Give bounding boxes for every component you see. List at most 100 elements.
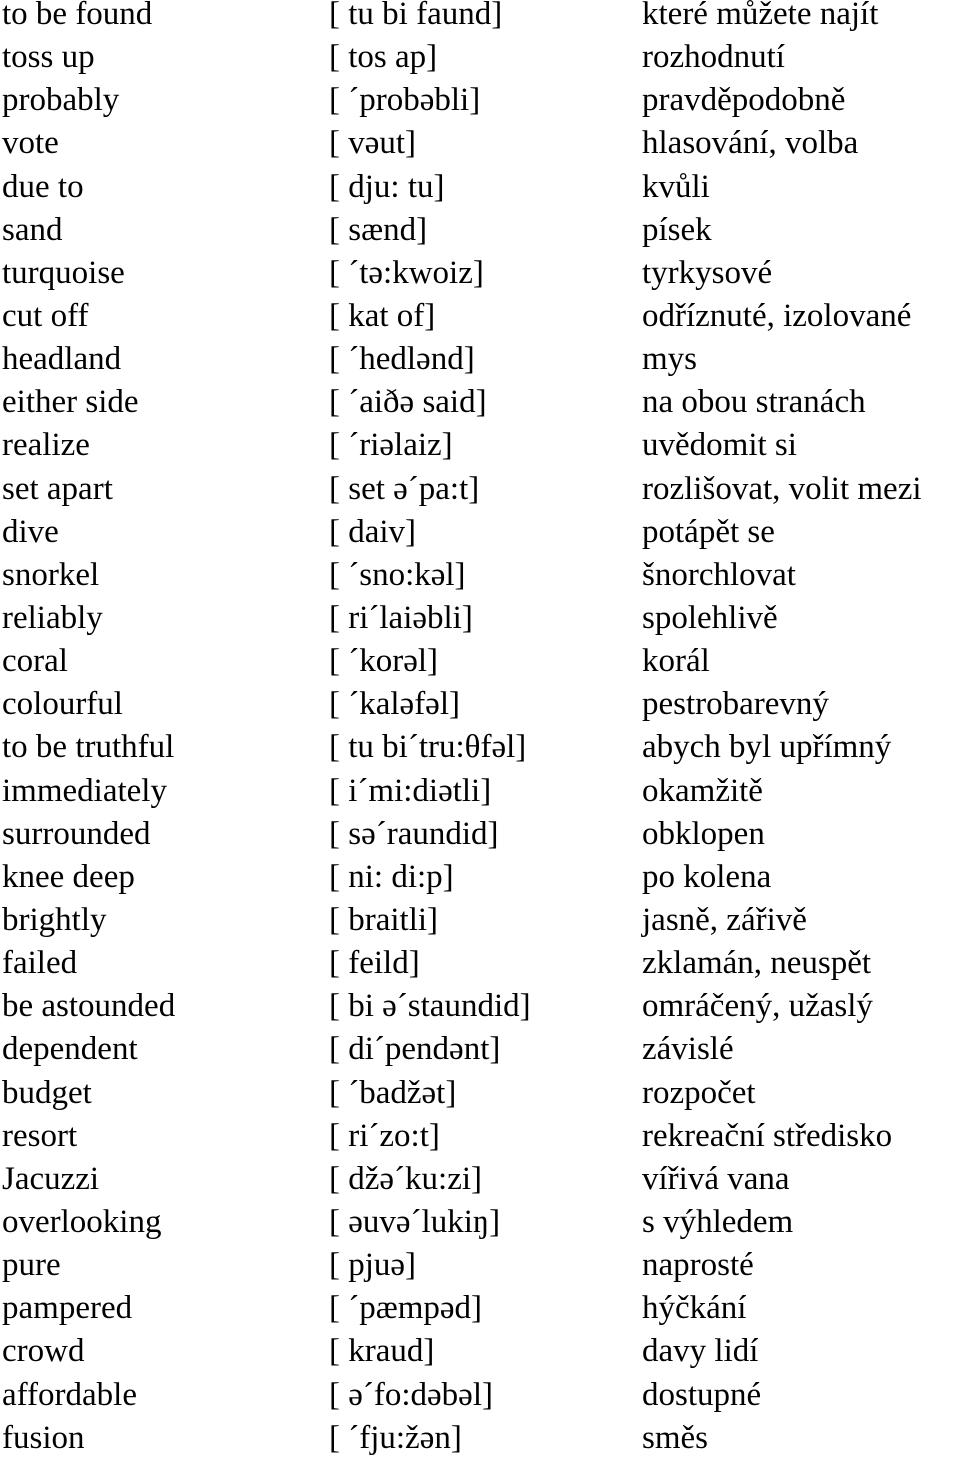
english-term: due to	[2, 168, 84, 205]
english-term: immediately	[2, 772, 167, 809]
english-term: realize	[2, 427, 90, 464]
english-term: knee deep	[2, 858, 135, 895]
vocabulary-row: Jacuzzi [ džə´ku:zi] vířivá vana	[0, 1158, 960, 1201]
phonetic-transcription: [ daiv]	[329, 513, 417, 550]
czech-translation: rekreační středisko	[642, 1117, 893, 1154]
english-term: vote	[2, 125, 59, 162]
english-term: fusion	[2, 1419, 85, 1456]
vocabulary-row: to be found [ tu bi faund] které můžete na…	[0, 0, 960, 36]
vocabulary-row: dependent [ di´pendənt] závislé	[0, 1028, 960, 1071]
phonetic-transcription: [ tos ap]	[329, 39, 438, 76]
english-term: pampered	[2, 1290, 133, 1327]
vocabulary-row: toss up [ tos ap] rozhodnutí	[0, 36, 960, 79]
english-term: either side	[2, 384, 139, 421]
czech-translation: které můžete najít	[642, 0, 879, 32]
vocabulary-row: vote [ vəut] hlasování, volba	[0, 122, 960, 165]
czech-translation: mys	[642, 341, 698, 378]
vocabulary-row: fusion [ ´fju:žən] směs	[0, 1417, 960, 1460]
phonetic-transcription: [ vəut]	[329, 125, 417, 162]
phonetic-transcription: [ feild]	[329, 945, 420, 982]
czech-translation: zklamán, neuspět	[642, 945, 872, 982]
phonetic-transcription: [ ri´laiəbli]	[329, 599, 473, 636]
phonetic-transcription: [ sænd]	[329, 211, 428, 248]
vocabulary-row: dive [ daiv] potápět se	[0, 511, 960, 554]
english-term: be astounded	[2, 988, 176, 1025]
phonetic-transcription: [ i´mi:diətli]	[329, 772, 492, 809]
phonetic-transcription: [ braitli]	[329, 901, 439, 938]
vocabulary-row: surrounded [ sə´raundid] obklopen	[0, 813, 960, 856]
vocabulary-row: probably [ ´probəbli] pravděpodobně	[0, 79, 960, 122]
phonetic-transcription: [ ´hedlənd]	[329, 341, 475, 378]
english-term: probably	[2, 82, 120, 119]
phonetic-transcription: [ kat of]	[329, 297, 436, 334]
vocabulary-row: brightly [ braitli] jasně, zářivě	[0, 899, 960, 942]
phonetic-transcription: [ kraud]	[329, 1333, 435, 1370]
vocabulary-row: cut off [ kat of] odříznuté, izolované	[0, 295, 960, 338]
czech-translation: rozpočet	[642, 1074, 756, 1111]
english-term: dive	[2, 513, 59, 550]
english-term: headland	[2, 341, 122, 378]
phonetic-transcription: [ ´aiðə said]	[329, 384, 487, 421]
phonetic-transcription: [ ´badžət]	[329, 1074, 457, 1111]
czech-translation: písek	[642, 211, 712, 248]
phonetic-transcription: [ di´pendənt]	[329, 1031, 501, 1068]
phonetic-transcription: [ ´probəbli]	[329, 82, 481, 119]
vocabulary-row: pure [ pjuə] naprosté	[0, 1244, 960, 1287]
phonetic-transcription: [ set ə´pa:t]	[329, 470, 480, 507]
english-term: cut off	[2, 297, 89, 334]
phonetic-transcription: [ əuvə´lukiŋ]	[329, 1203, 501, 1240]
english-term: to be found	[2, 0, 153, 32]
czech-translation: odříznuté, izolované	[642, 297, 912, 334]
czech-translation: po kolena	[642, 858, 772, 895]
czech-translation: jasně, zářivě	[642, 901, 807, 938]
czech-translation: směs	[642, 1419, 708, 1456]
phonetic-transcription: [ ´fju:žən]	[329, 1419, 462, 1456]
phonetic-transcription: [ ´korəl]	[329, 643, 439, 680]
english-term: crowd	[2, 1333, 85, 1370]
czech-translation: abych byl upřímný	[642, 729, 892, 766]
vocabulary-row: resort [ ri´zo:t] rekreační středisko	[0, 1115, 960, 1158]
english-term: pure	[2, 1247, 61, 1284]
phonetic-transcription: [ tu bi´tru:θfəl]	[329, 729, 527, 766]
english-term: turquoise	[2, 254, 125, 291]
english-term: failed	[2, 945, 78, 982]
english-term: dependent	[2, 1031, 138, 1068]
czech-translation: hlasování, volba	[642, 125, 859, 162]
vocabulary-row: pampered [ ´pæmpəd] hýčkání	[0, 1287, 960, 1330]
czech-translation: pravděpodobně	[642, 82, 846, 119]
vocabulary-row: overlooking [ əuvə´lukiŋ] s výhledem	[0, 1201, 960, 1244]
english-term: toss up	[2, 39, 95, 76]
vocabulary-row: realize [ ´riəlaiz] uvědomit si	[0, 424, 960, 467]
czech-translation: tyrkysové	[642, 254, 773, 291]
phonetic-transcription: [ ´tə:kwoiz]	[329, 254, 484, 291]
vocabulary-row: be astounded [ bi ə´staundid] omráčený, už…	[0, 985, 960, 1028]
english-term: snorkel	[2, 556, 100, 593]
english-term: overlooking	[2, 1203, 162, 1240]
vocabulary-list: to be found [ tu bi faund] které můžete na…	[0, 0, 960, 1460]
czech-translation: s výhledem	[642, 1203, 794, 1240]
english-term: to be truthful	[2, 729, 175, 766]
czech-translation: korál	[642, 643, 710, 680]
english-term: brightly	[2, 901, 107, 938]
phonetic-transcription: [ ni: di:p]	[329, 858, 454, 895]
phonetic-transcription: [ ´kaləfəl]	[329, 686, 460, 723]
vocabulary-row: crowd [ kraud] davy lidí	[0, 1330, 960, 1373]
czech-translation: na obou stranách	[642, 384, 866, 421]
vocabulary-row: snorkel [ ´sno:kəl] šnorchlovat	[0, 554, 960, 597]
czech-translation: hýčkání	[642, 1290, 747, 1327]
vocabulary-row: due to [ dju: tu] kvůli	[0, 166, 960, 209]
english-term: Jacuzzi	[2, 1160, 100, 1197]
czech-translation: vířivá vana	[642, 1160, 790, 1197]
czech-translation: kvůli	[642, 168, 710, 205]
phonetic-transcription: [ ´sno:kəl]	[329, 556, 466, 593]
czech-translation: šnorchlovat	[642, 556, 796, 593]
vocabulary-row: budget [ ´badžət] rozpočet	[0, 1072, 960, 1115]
vocabulary-row: sand [ sænd] písek	[0, 209, 960, 252]
phonetic-transcription: [ tu bi faund]	[329, 0, 503, 32]
czech-translation: potápět se	[642, 513, 775, 550]
czech-translation: rozhodnutí	[642, 39, 785, 76]
czech-translation: uvědomit si	[642, 427, 797, 464]
czech-translation: dostupné	[642, 1376, 762, 1413]
english-term: reliably	[2, 599, 103, 636]
vocabulary-row: turquoise [ ´tə:kwoiz] tyrkysové	[0, 252, 960, 295]
